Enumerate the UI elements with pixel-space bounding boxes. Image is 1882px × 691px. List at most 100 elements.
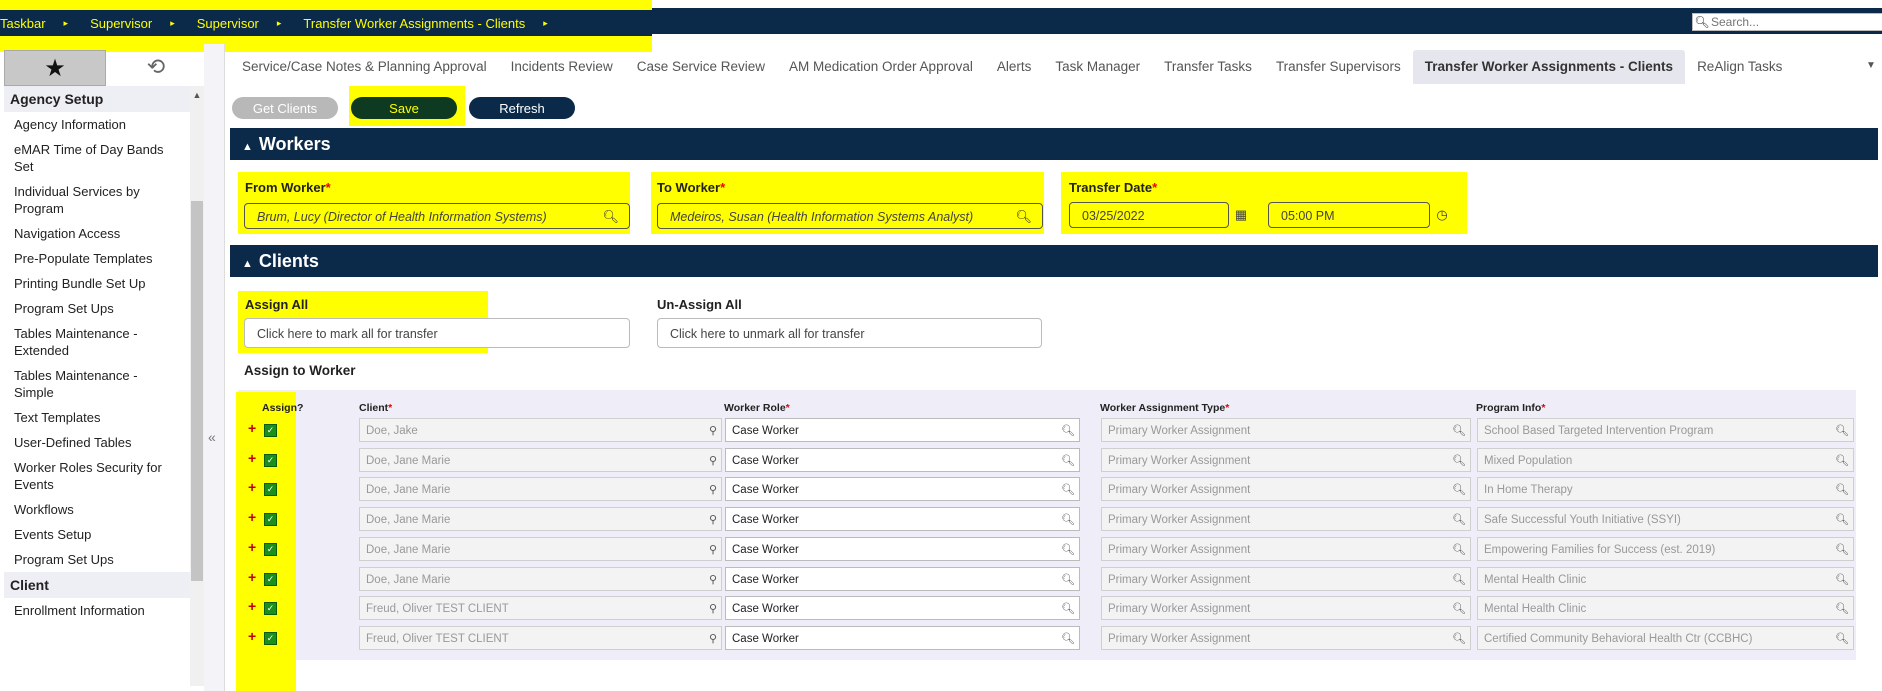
- collapse-chevron-icon[interactable]: «: [208, 429, 216, 445]
- client-cell[interactable]: Doe, Jane Marie ⚲: [359, 507, 722, 532]
- assign-checkbox[interactable]: ✓: [264, 424, 277, 437]
- get-clients-button[interactable]: Get Clients: [232, 97, 338, 119]
- search-icon[interactable]: 🔍︎: [1835, 627, 1849, 649]
- type-cell[interactable]: Primary Worker Assignment 🔍︎: [1101, 507, 1471, 532]
- role-cell[interactable]: Case Worker 🔍︎: [725, 507, 1080, 532]
- search-icon[interactable]: 🔍︎: [1061, 508, 1075, 530]
- scroll-thumb[interactable]: [191, 201, 203, 581]
- save-button[interactable]: Save: [351, 97, 457, 119]
- expand-row-icon[interactable]: +: [248, 420, 256, 436]
- search-icon[interactable]: 🔍︎: [1835, 568, 1849, 590]
- role-cell[interactable]: Case Worker 🔍︎: [725, 477, 1080, 502]
- client-cell[interactable]: Doe, Jane Marie ⚲: [359, 447, 722, 472]
- sidebar-item[interactable]: Workflows: [4, 497, 190, 522]
- transfer-date-field[interactable]: 03/25/2022: [1069, 202, 1229, 228]
- assign-checkbox[interactable]: ✓: [264, 542, 277, 556]
- tab-case-service-review[interactable]: Case Service Review: [625, 50, 777, 84]
- client-cell[interactable]: Doe, Jane Marie ⚲: [359, 536, 722, 561]
- sidebar-item[interactable]: Navigation Access: [4, 221, 190, 246]
- binoculars-icon[interactable]: ⚲: [709, 449, 717, 471]
- expand-row-icon[interactable]: +: [248, 628, 256, 644]
- assign-checkbox[interactable]: ✓: [264, 631, 277, 645]
- search-icon[interactable]: 🔍︎: [1061, 478, 1075, 500]
- sidebar-item[interactable]: Enrollment Information: [4, 598, 190, 623]
- search-icon[interactable]: 🔍︎: [1061, 627, 1075, 649]
- search-icon[interactable]: 🔍︎: [1452, 449, 1466, 471]
- search-icon[interactable]: 🔍︎: [602, 204, 619, 230]
- program-cell[interactable]: Safe Successful Youth Initiative (SSYI) 🔍…: [1477, 507, 1854, 532]
- search-icon[interactable]: 🔍︎: [1835, 449, 1849, 471]
- type-cell[interactable]: Primary Worker Assignment 🔍︎: [1101, 566, 1471, 591]
- sidebar-item[interactable]: User-Defined Tables: [4, 430, 190, 455]
- search-icon[interactable]: 🔍︎: [1061, 538, 1075, 560]
- sidebar-item[interactable]: Printing Bundle Set Up: [4, 271, 190, 296]
- favorites-star-icon[interactable]: ★: [4, 50, 106, 86]
- search-icon[interactable]: 🔍︎: [1835, 597, 1849, 619]
- role-cell[interactable]: Case Worker 🔍︎: [725, 536, 1080, 561]
- role-cell[interactable]: Case Worker 🔍︎: [725, 596, 1080, 621]
- binoculars-icon[interactable]: ⚲: [709, 538, 717, 560]
- expand-row-icon[interactable]: +: [248, 598, 256, 614]
- sidebar-item[interactable]: Tables Maintenance - Simple: [4, 363, 190, 405]
- breadcrumb-supervisor-2[interactable]: Supervisor: [197, 16, 259, 31]
- search-icon[interactable]: 🔍︎: [1061, 449, 1075, 471]
- client-cell[interactable]: Freud, Oliver TEST CLIENT ⚲: [359, 625, 722, 650]
- clock-icon[interactable]: ◷: [1431, 202, 1453, 228]
- sidebar-item[interactable]: Events Setup: [4, 522, 190, 547]
- search-icon[interactable]: 🔍︎: [1452, 508, 1466, 530]
- role-cell[interactable]: Case Worker 🔍︎: [725, 418, 1080, 442]
- expand-row-icon[interactable]: +: [248, 539, 256, 555]
- binoculars-icon[interactable]: ⚲: [709, 627, 717, 649]
- tab-transfer-supervisors[interactable]: Transfer Supervisors: [1264, 50, 1413, 84]
- search-icon[interactable]: 🔍︎: [1452, 627, 1466, 649]
- type-cell[interactable]: Primary Worker Assignment 🔍︎: [1101, 447, 1471, 472]
- tab-incidents-review[interactable]: Incidents Review: [499, 50, 625, 84]
- tab-service-case-notes-planning-approval[interactable]: Service/Case Notes & Planning Approval: [230, 50, 499, 84]
- search-icon[interactable]: 🔍︎: [1452, 478, 1466, 500]
- client-cell[interactable]: Doe, Jane Marie ⚲: [359, 566, 722, 591]
- program-cell[interactable]: Mixed Population 🔍︎: [1477, 447, 1854, 472]
- breadcrumb-supervisor[interactable]: Supervisor: [90, 16, 152, 31]
- type-cell[interactable]: Primary Worker Assignment 🔍︎: [1101, 596, 1471, 621]
- to-worker-field[interactable]: Medeiros, Susan (Health Information Syst…: [657, 203, 1043, 229]
- search-icon[interactable]: 🔍︎: [1452, 538, 1466, 560]
- sidebar-item[interactable]: Pre-Populate Templates: [4, 246, 190, 271]
- client-cell[interactable]: Freud, Oliver TEST CLIENT ⚲: [359, 596, 722, 621]
- client-cell[interactable]: Doe, Jane Marie ⚲: [359, 477, 722, 502]
- sidebar-item[interactable]: Tables Maintenance - Extended: [4, 321, 190, 363]
- refresh-button[interactable]: Refresh: [469, 97, 575, 119]
- tab-realign-tasks[interactable]: ReAlign Tasks: [1685, 50, 1794, 84]
- calendar-icon[interactable]: ▦: [1230, 202, 1252, 228]
- assign-checkbox[interactable]: ✓: [264, 483, 277, 497]
- program-cell[interactable]: In Home Therapy 🔍︎: [1477, 477, 1854, 502]
- type-cell[interactable]: Primary Worker Assignment 🔍︎: [1101, 477, 1471, 502]
- sidebar-item[interactable]: eMAR Time of Day Bands Set: [4, 137, 190, 179]
- search-icon[interactable]: 🔍︎: [1835, 508, 1849, 530]
- search-icon[interactable]: 🔍︎: [1061, 597, 1075, 619]
- type-cell[interactable]: Primary Worker Assignment 🔍︎: [1101, 625, 1471, 650]
- search-icon[interactable]: 🔍︎: [1015, 204, 1032, 230]
- sidebar-item[interactable]: Text Templates: [4, 405, 190, 430]
- breadcrumb-taskbar[interactable]: Taskbar: [0, 16, 46, 31]
- binoculars-icon[interactable]: ⚲: [709, 508, 717, 530]
- search-icon[interactable]: 🔍︎: [1061, 419, 1075, 441]
- role-cell[interactable]: Case Worker 🔍︎: [725, 447, 1080, 472]
- assign-checkbox[interactable]: ✓: [264, 572, 277, 586]
- search-icon[interactable]: 🔍︎: [1835, 478, 1849, 500]
- search-icon[interactable]: 🔍︎: [1061, 568, 1075, 590]
- program-cell[interactable]: Certified Community Behavioral Health Ct…: [1477, 625, 1854, 650]
- sidebar-item[interactable]: Worker Roles Security for Events: [4, 455, 190, 497]
- unassign-all-button[interactable]: Click here to unmark all for transfer: [657, 318, 1042, 348]
- tab-alerts[interactable]: Alerts: [985, 50, 1044, 84]
- program-cell[interactable]: Empowering Families for Success (est. 20…: [1477, 536, 1854, 561]
- tabs-more-icon[interactable]: ▼: [1866, 60, 1876, 71]
- assign-checkbox[interactable]: ✓: [264, 453, 277, 467]
- search-box[interactable]: 🔍︎: [1692, 13, 1882, 31]
- role-cell[interactable]: Case Worker 🔍︎: [725, 625, 1080, 650]
- search-icon[interactable]: 🔍︎: [1452, 597, 1466, 619]
- search-icon[interactable]: 🔍︎: [1452, 568, 1466, 590]
- tab-transfer-worker-assignments-clients[interactable]: Transfer Worker Assignments - Clients: [1412, 50, 1686, 84]
- tab-task-manager[interactable]: Task Manager: [1043, 50, 1152, 84]
- assign-all-button[interactable]: Click here to mark all for transfer: [244, 318, 630, 348]
- program-cell[interactable]: School Based Targeted Intervention Progr…: [1477, 418, 1854, 442]
